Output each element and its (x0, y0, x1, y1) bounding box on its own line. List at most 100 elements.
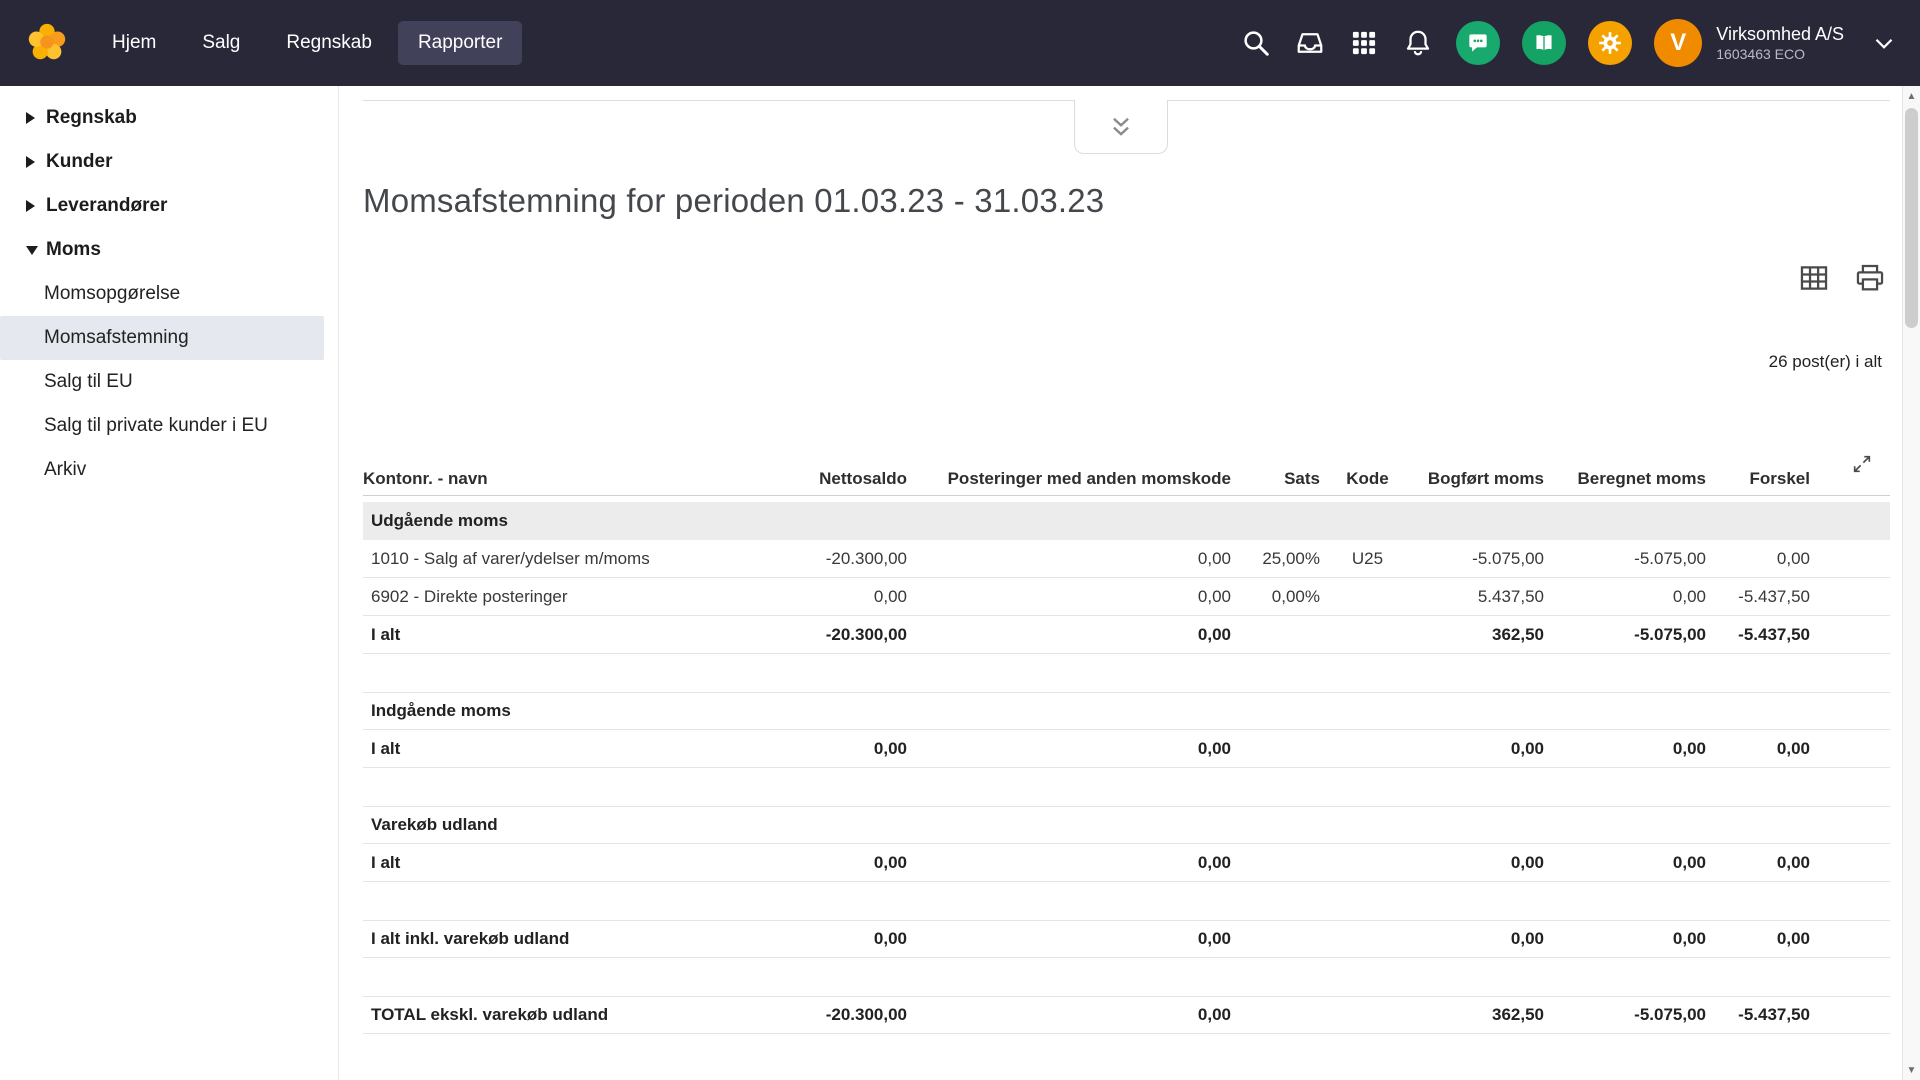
table-row: 6902 - Direkte posteringer0,000,000,00%5… (363, 578, 1890, 616)
sidebar-item-arkiv[interactable]: Arkiv (0, 448, 338, 492)
sidebar-item-label: Leverandører (46, 195, 167, 217)
row-name: I alt inkl. varekøb udland (363, 929, 743, 949)
vertical-scrollbar[interactable]: ▲ ▼ (1902, 86, 1920, 1080)
cell-bogfort: 0,00 (1415, 739, 1544, 759)
sidebar-item-momsafstemning[interactable]: Momsafstemning (0, 316, 324, 360)
table-row: 1010 - Salg af varer/ydelser m/moms-20.3… (363, 540, 1890, 578)
collapse-filter-button[interactable] (1074, 100, 1168, 154)
table-row: Indgående moms (363, 692, 1890, 730)
chevron-right-icon (26, 112, 46, 124)
table-row: I alt0,000,000,000,000,00 (363, 730, 1890, 768)
row-name: I alt (363, 853, 743, 873)
cell-beregnet: 0,00 (1544, 853, 1706, 873)
cell-forskel: 0,00 (1706, 739, 1810, 759)
sidebar-item-label: Momsopgørelse (44, 283, 180, 305)
cell-posteringer: 0,00 (907, 587, 1231, 607)
column-header: Sats (1231, 469, 1320, 489)
help-book-button[interactable] (1522, 21, 1566, 65)
nav-item-regnskab[interactable]: Regnskab (266, 21, 392, 65)
cell-bogfort: 5.437,50 (1415, 587, 1544, 607)
column-header: Nettosaldo (743, 469, 907, 489)
settings-button[interactable] (1588, 21, 1632, 65)
cell-forskel: 0,00 (1706, 853, 1810, 873)
column-header: Beregnet moms (1544, 469, 1706, 489)
row-name: Indgående moms (363, 701, 743, 721)
table-view-icon[interactable] (1794, 258, 1834, 298)
cell-forskel: -5.437,50 (1706, 1005, 1810, 1025)
app-window: Hjem Salg Regnskab Rapporter (0, 0, 1920, 1080)
row-name: TOTAL ekskl. varekøb udland (363, 1005, 743, 1025)
table-gap (363, 654, 1890, 693)
chevron-right-icon (26, 200, 46, 212)
cell-posteringer: 0,00 (907, 625, 1231, 645)
sidebar-item-label: Salg til private kunder i EU (44, 415, 268, 437)
cell-posteringer: 0,00 (907, 929, 1231, 949)
nav-item-salg[interactable]: Salg (182, 21, 260, 65)
sidebar-item-salg-til-eu[interactable]: Salg til EU (0, 360, 338, 404)
main-nav: Hjem Salg Regnskab Rapporter (92, 21, 522, 65)
sidebar: Regnskab Kunder Leverandører Moms Momsop… (0, 86, 339, 1080)
inbox-icon[interactable] (1294, 27, 1326, 59)
cell-posteringer: 0,00 (907, 739, 1231, 759)
sidebar-item-label: Momsafstemning (44, 327, 189, 349)
cell-bogfort: 362,50 (1415, 1005, 1544, 1025)
cell-forskel: -5.437,50 (1706, 625, 1810, 645)
cell-nettosaldo: 0,00 (743, 739, 907, 759)
cell-posteringer: 0,00 (907, 1005, 1231, 1025)
cell-sats: 25,00% (1231, 549, 1320, 569)
open-book-icon (1531, 30, 1557, 56)
account-menu[interactable]: V Virksomhed A/S 1603463 ECO (1654, 19, 1894, 67)
cell-bogfort: -5.075,00 (1415, 549, 1544, 569)
table-row: I alt0,000,000,000,000,00 (363, 844, 1890, 882)
cell-forskel: 0,00 (1706, 549, 1810, 569)
column-header: Posteringer med anden momskode (907, 469, 1231, 489)
scroll-up-arrow-icon[interactable]: ▲ (1903, 86, 1920, 106)
search-icon[interactable] (1240, 27, 1272, 59)
cell-nettosaldo: -20.300,00 (743, 625, 907, 645)
sidebar-item-moms[interactable]: Moms (0, 228, 338, 272)
row-name: 1010 - Salg af varer/ydelser m/moms (363, 549, 743, 569)
sidebar-item-momsopgorelse[interactable]: Momsopgørelse (0, 272, 338, 316)
scroll-down-arrow-icon[interactable]: ▼ (1903, 1060, 1920, 1080)
cell-beregnet: 0,00 (1544, 739, 1706, 759)
row-name: I alt (363, 739, 743, 759)
chevron-right-icon (26, 156, 46, 168)
brand-logo-icon[interactable] (24, 20, 70, 66)
column-header: Kode (1320, 469, 1415, 489)
apps-grid-icon[interactable] (1348, 27, 1380, 59)
cell-beregnet: -5.075,00 (1544, 625, 1706, 645)
cell-posteringer: 0,00 (907, 549, 1231, 569)
sidebar-item-salg-til-private-kunder-i-eu[interactable]: Salg til private kunder i EU (0, 404, 338, 448)
double-chevron-down-icon (1106, 114, 1136, 140)
cell-bogfort: 0,00 (1415, 929, 1544, 949)
cell-nettosaldo: 0,00 (743, 929, 907, 949)
nav-item-hjem[interactable]: Hjem (92, 21, 176, 65)
row-name: Varekøb udland (363, 815, 743, 835)
print-icon[interactable] (1850, 258, 1890, 298)
cell-posteringer: 0,00 (907, 853, 1231, 873)
table-row: TOTAL ekskl. varekøb udland-20.300,000,0… (363, 996, 1890, 1034)
table-row: I alt inkl. varekøb udland0,000,000,000,… (363, 920, 1890, 958)
nav-item-rapporter[interactable]: Rapporter (398, 21, 523, 65)
table-header-row: Kontonr. - navn Nettosaldo Posteringer m… (363, 463, 1890, 496)
table-row: I alt-20.300,000,00362,50-5.075,00-5.437… (363, 616, 1890, 654)
cell-beregnet: -5.075,00 (1544, 549, 1706, 569)
chat-bubble-icon (1465, 30, 1491, 56)
cell-nettosaldo: 0,00 (743, 853, 907, 873)
column-header: Forskel (1706, 469, 1810, 489)
bell-icon[interactable] (1402, 27, 1434, 59)
cell-beregnet: 0,00 (1544, 587, 1706, 607)
chevron-down-icon (26, 246, 46, 255)
sidebar-item-leverandorer[interactable]: Leverandører (0, 184, 338, 228)
support-chat-button[interactable] (1456, 21, 1500, 65)
scrollbar-thumb[interactable] (1905, 108, 1918, 328)
cell-bogfort: 362,50 (1415, 625, 1544, 645)
sidebar-item-kunder[interactable]: Kunder (0, 140, 338, 184)
topbar-actions: V Virksomhed A/S 1603463 ECO (1240, 19, 1920, 67)
gear-icon (1597, 30, 1623, 56)
chevron-down-icon (1874, 37, 1894, 50)
topbar: Hjem Salg Regnskab Rapporter (0, 0, 1920, 86)
sidebar-item-regnskab[interactable]: Regnskab (0, 96, 338, 140)
column-header: Bogført moms (1415, 469, 1544, 489)
table-body: Udgående moms1010 - Salg af varer/ydelse… (363, 502, 1890, 1034)
